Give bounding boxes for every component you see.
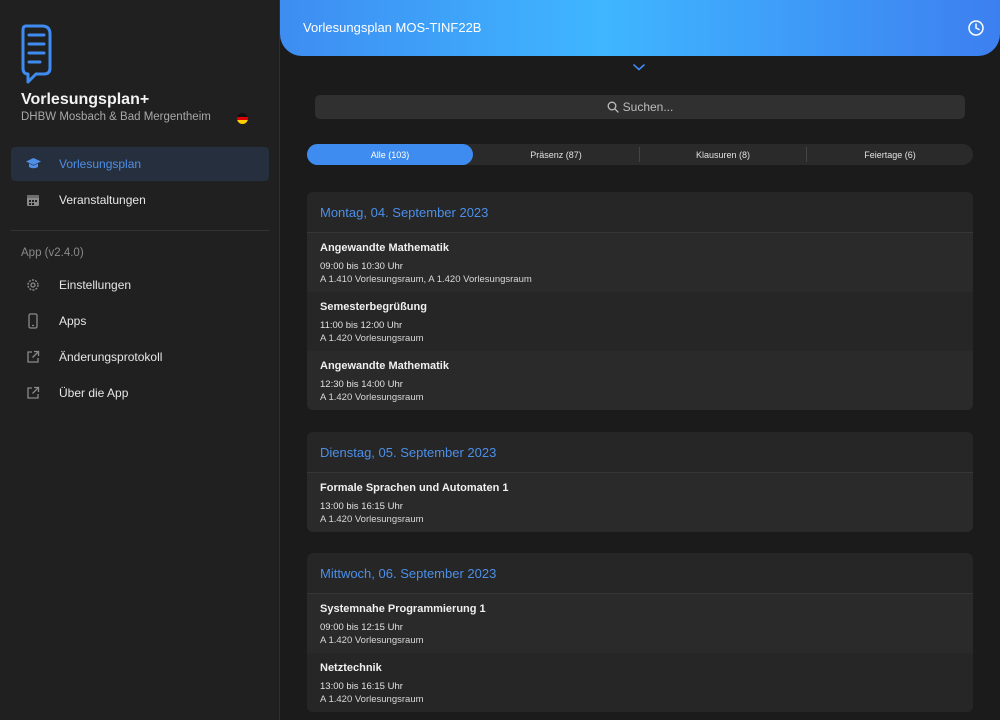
- event-time: 13:00 bis 16:15 Uhr: [320, 681, 403, 692]
- event-item[interactable]: Systemnahe Programmierung 1 09:00 bis 12…: [307, 594, 973, 653]
- day-card: Montag, 04. September 2023 Angewandte Ma…: [307, 192, 973, 410]
- day-header: Montag, 04. September 2023: [307, 192, 973, 233]
- sidebar-item-veranstaltungen[interactable]: Veranstaltungen: [11, 183, 269, 217]
- gear-icon: [22, 276, 44, 294]
- filter-praesenz[interactable]: Präsenz (87): [473, 144, 639, 165]
- sidebar-item-einstellungen[interactable]: Einstellungen: [11, 268, 269, 302]
- filter-segmented-control: Alle (103) Präsenz (87) Klausuren (8) Fe…: [307, 144, 973, 165]
- external-link-icon: [22, 348, 44, 366]
- event-title: Semesterbegrüßung: [320, 301, 427, 313]
- app-title: Vorlesungsplan+: [21, 91, 150, 108]
- event-room: A 1.420 Vorlesungsraum: [320, 333, 424, 344]
- event-room: A 1.410 Vorlesungsraum, A 1.420 Vorlesun…: [320, 274, 532, 285]
- event-item[interactable]: Angewandte Mathematik 12:30 bis 14:00 Uh…: [307, 351, 973, 410]
- event-room: A 1.420 Vorlesungsraum: [320, 635, 424, 646]
- event-room: A 1.420 Vorlesungsraum: [320, 514, 424, 525]
- search-input[interactable]: Suchen...: [315, 95, 965, 119]
- sidebar-section-label: App (v2.4.0): [21, 247, 84, 259]
- sidebar: Vorlesungsplan+ DHBW Mosbach & Bad Merge…: [0, 0, 280, 720]
- external-link-icon: [22, 384, 44, 402]
- sidebar-divider: [11, 230, 269, 231]
- day-header: Dienstag, 05. September 2023: [307, 432, 973, 473]
- event-time: 11:00 bis 12:00 Uhr: [320, 320, 403, 331]
- event-time: 12:30 bis 14:00 Uhr: [320, 379, 403, 390]
- clock-icon[interactable]: [967, 19, 985, 37]
- event-item[interactable]: Angewandte Mathematik 09:00 bis 10:30 Uh…: [307, 233, 973, 292]
- event-title: Netztechnik: [320, 662, 382, 674]
- sidebar-item-apps[interactable]: Apps: [11, 304, 269, 338]
- event-title: Angewandte Mathematik: [320, 242, 449, 254]
- page-title: Vorlesungsplan MOS-TINF22B: [303, 20, 482, 35]
- sidebar-item-label: Apps: [59, 314, 87, 328]
- sidebar-item-aenderungsprotokoll[interactable]: Änderungsprotokoll: [11, 340, 269, 374]
- event-room: A 1.420 Vorlesungsraum: [320, 694, 424, 705]
- event-time: 09:00 bis 10:30 Uhr: [320, 261, 403, 272]
- chevron-down-icon[interactable]: [632, 62, 646, 72]
- event-item[interactable]: Formale Sprachen und Automaten 1 13:00 b…: [307, 473, 973, 532]
- search-icon: [607, 101, 619, 113]
- event-title: Angewandte Mathematik: [320, 360, 449, 372]
- day-header: Mittwoch, 06. September 2023: [307, 553, 973, 594]
- event-title: Formale Sprachen und Automaten 1: [320, 482, 509, 494]
- event-room: A 1.420 Vorlesungsraum: [320, 392, 424, 403]
- sidebar-item-label: Veranstaltungen: [59, 193, 146, 207]
- sidebar-item-label: Änderungsprotokoll: [59, 350, 163, 364]
- graduation-cap-icon: [22, 155, 44, 173]
- filter-feiertage[interactable]: Feiertage (6): [807, 144, 973, 165]
- german-flag-icon[interactable]: [237, 113, 248, 124]
- day-card: Mittwoch, 06. September 2023 Systemnahe …: [307, 553, 973, 712]
- sidebar-item-label: Vorlesungsplan: [59, 157, 142, 171]
- event-item[interactable]: Netztechnik 13:00 bis 16:15 Uhr A 1.420 …: [307, 653, 973, 712]
- event-time: 09:00 bis 12:15 Uhr: [320, 622, 403, 633]
- sidebar-item-ueber-die-app[interactable]: Über die App: [11, 376, 269, 410]
- calendar-icon: [22, 191, 44, 209]
- sidebar-item-label: Einstellungen: [59, 278, 132, 292]
- event-item[interactable]: Semesterbegrüßung 11:00 bis 12:00 Uhr A …: [307, 292, 973, 351]
- app-subtitle: DHBW Mosbach & Bad Mergentheim: [21, 111, 211, 123]
- sidebar-item-label: Über die App: [59, 386, 129, 400]
- event-title: Systemnahe Programmierung 1: [320, 603, 486, 615]
- day-card: Dienstag, 05. September 2023 Formale Spr…: [307, 432, 973, 532]
- event-time: 13:00 bis 16:15 Uhr: [320, 501, 403, 512]
- search-placeholder: Suchen...: [622, 100, 674, 114]
- sidebar-item-vorlesungsplan[interactable]: Vorlesungsplan: [11, 147, 269, 181]
- filter-alle[interactable]: Alle (103): [307, 144, 473, 165]
- app-logo-icon: [21, 24, 52, 84]
- filter-klausuren[interactable]: Klausuren (8): [640, 144, 806, 165]
- phone-icon: [22, 312, 44, 330]
- top-header: Vorlesungsplan MOS-TINF22B: [280, 0, 1000, 56]
